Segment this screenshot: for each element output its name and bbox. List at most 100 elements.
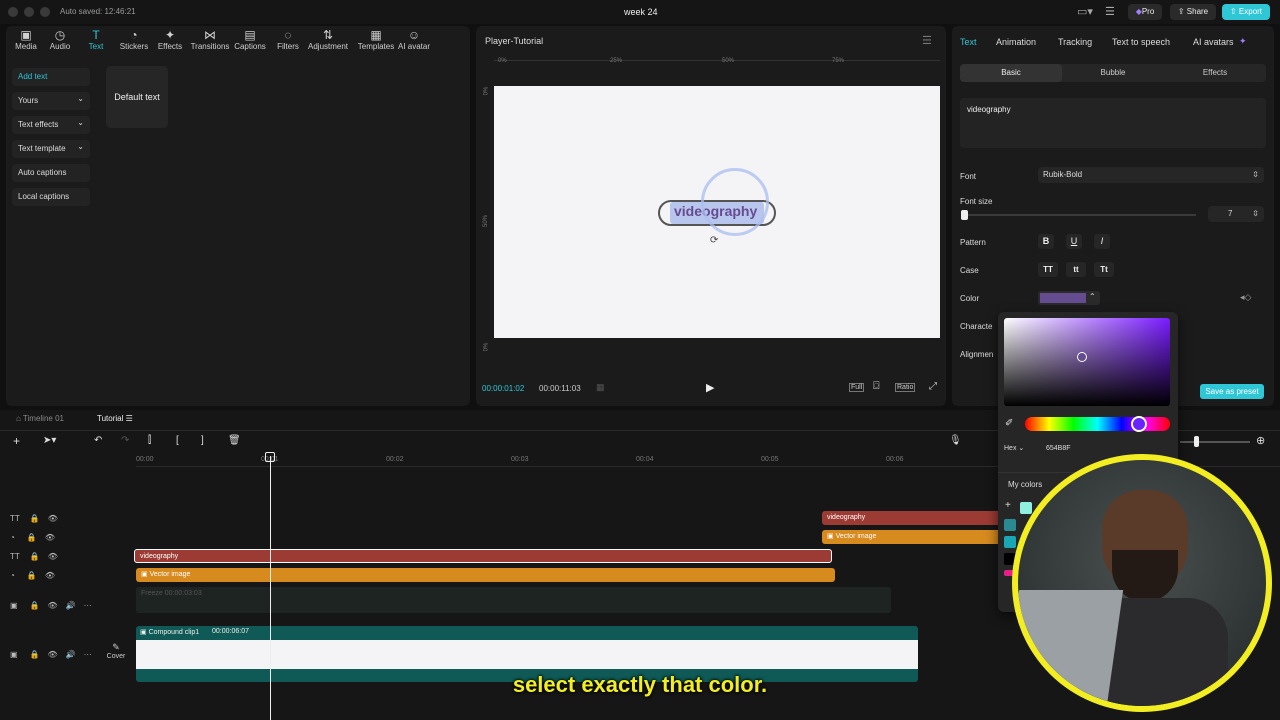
keyframe-icon[interactable]: ◂◇ bbox=[1240, 292, 1251, 303]
pro-button[interactable]: ◆Pro bbox=[1128, 4, 1162, 20]
microphone-icon[interactable]: 🎙 bbox=[949, 435, 962, 446]
eye-icon[interactable]: 👁 bbox=[45, 571, 55, 580]
add-track-icon[interactable]: + bbox=[13, 434, 20, 448]
color-swatch-button[interactable]: ⌃ bbox=[1038, 291, 1100, 305]
underline-button[interactable]: U bbox=[1066, 234, 1082, 249]
lock-icon[interactable]: 🔒 bbox=[27, 533, 37, 542]
uppercase-button[interactable]: TT bbox=[1038, 262, 1058, 277]
play-icon[interactable]: ▶ bbox=[706, 381, 714, 394]
italic-button[interactable]: I bbox=[1094, 234, 1110, 249]
eye-icon[interactable]: 👁 bbox=[45, 533, 55, 542]
fullscreen-icon[interactable]: ⤢ bbox=[929, 381, 937, 392]
eyedropper-icon[interactable]: ✐ bbox=[1005, 418, 1013, 429]
cover-button[interactable]: ✎ Cover bbox=[104, 642, 128, 666]
sidebar-item-yours[interactable]: Yours ⌄ bbox=[12, 92, 90, 110]
ratio-button[interactable]: Ratio bbox=[895, 383, 916, 392]
subtab-bubble[interactable]: Bubble bbox=[1062, 64, 1164, 82]
more-icon[interactable]: ··· bbox=[84, 650, 92, 659]
tab-tracking[interactable]: Tracking bbox=[1058, 37, 1092, 47]
saturation-value-area[interactable] bbox=[1004, 318, 1170, 406]
video-canvas[interactable]: videography ⟳ bbox=[494, 86, 940, 338]
speaker-icon[interactable]: 🔊 bbox=[66, 601, 76, 610]
speaker-icon[interactable]: 🔊 bbox=[66, 650, 76, 659]
freeze-clip[interactable]: Freeze 00:00:03:03 bbox=[136, 587, 891, 613]
timeline-tab-inactive[interactable]: ⌂ Timeline 01 bbox=[16, 414, 64, 423]
more-icon[interactable]: ··· bbox=[84, 601, 92, 610]
eye-icon[interactable]: 👁 bbox=[48, 552, 58, 561]
tab-ai-avatars[interactable]: AI avatars bbox=[1193, 37, 1234, 47]
full-button[interactable]: Full bbox=[849, 383, 865, 392]
tool-filters[interactable]: ◌ Filters bbox=[268, 28, 308, 51]
zoom-slider-track[interactable] bbox=[1180, 441, 1250, 443]
close-window-button[interactable] bbox=[8, 7, 18, 17]
split-icon[interactable]: ⫿ bbox=[148, 435, 151, 446]
eye-icon[interactable]: 👁 bbox=[48, 601, 58, 610]
rotate-handle-icon[interactable]: ⟳ bbox=[710, 235, 718, 246]
vector-clip[interactable]: ▣ Vector image bbox=[136, 568, 835, 582]
bold-button[interactable]: B bbox=[1038, 234, 1054, 249]
titlecase-button[interactable]: Tt bbox=[1094, 262, 1114, 277]
font-select[interactable]: Rubik-Bold ⇳ bbox=[1038, 167, 1264, 183]
tool-adjustment[interactable]: ⇅ Adjustment bbox=[308, 28, 348, 51]
tool-stickers[interactable]: ◔ Stickers bbox=[114, 28, 154, 51]
subtab-basic[interactable]: Basic bbox=[960, 64, 1062, 82]
menu-icon[interactable]: ☰ bbox=[1105, 5, 1115, 18]
color-picker-handle[interactable] bbox=[1077, 352, 1087, 362]
export-button[interactable]: ⇧ Export bbox=[1222, 4, 1270, 20]
screenshot-icon[interactable]: ⌼ bbox=[873, 380, 880, 393]
share-button[interactable]: ⇪ Share bbox=[1170, 4, 1216, 20]
trim-left-icon[interactable]: [ bbox=[176, 435, 179, 446]
color-mode-select[interactable]: Hex ⌄ bbox=[1004, 442, 1040, 456]
hue-slider[interactable] bbox=[1025, 417, 1170, 431]
tool-text[interactable]: T Text bbox=[76, 28, 116, 51]
sidebar-item-auto-captions[interactable]: Auto captions bbox=[12, 164, 90, 182]
select-tool-icon[interactable]: ➤▾ bbox=[43, 435, 56, 446]
player-menu-icon[interactable]: ☰ bbox=[922, 34, 932, 47]
tool-audio[interactable]: ◷ Audio bbox=[40, 28, 80, 51]
text-content-input[interactable]: videography bbox=[960, 98, 1266, 148]
text-clip-selected[interactable]: videography bbox=[134, 549, 832, 563]
lock-icon[interactable]: 🔒 bbox=[30, 552, 40, 561]
tool-captions[interactable]: ▤ Captions bbox=[230, 28, 270, 51]
minimize-window-button[interactable] bbox=[24, 7, 34, 17]
zoom-slider-handle[interactable] bbox=[1194, 436, 1199, 447]
lock-icon[interactable]: 🔒 bbox=[30, 650, 40, 659]
sidebar-item-text-effects[interactable]: Text effects ⌄ bbox=[12, 116, 90, 134]
undo-icon[interactable]: ↶ bbox=[94, 435, 102, 446]
tool-transitions[interactable]: ⋈ Transitions bbox=[190, 28, 230, 51]
hue-slider-handle[interactable] bbox=[1131, 416, 1147, 432]
font-size-slider-handle[interactable] bbox=[961, 210, 968, 220]
saved-color-swatch[interactable] bbox=[1020, 502, 1032, 514]
timecode-grid-icon[interactable]: ▦ bbox=[596, 382, 605, 393]
tab-animation[interactable]: Animation bbox=[996, 37, 1036, 47]
playhead-handle[interactable] bbox=[265, 452, 275, 462]
sidebar-item-text-template[interactable]: Text template ⌄ bbox=[12, 140, 90, 158]
lock-icon[interactable]: 🔒 bbox=[27, 571, 37, 580]
tool-effects[interactable]: ✦ Effects bbox=[150, 28, 190, 51]
zoom-window-button[interactable] bbox=[40, 7, 50, 17]
delete-icon[interactable]: 🗑 bbox=[228, 435, 241, 446]
lowercase-button[interactable]: tt bbox=[1066, 262, 1086, 277]
subtab-effects[interactable]: Effects bbox=[1164, 64, 1266, 82]
eye-icon[interactable]: 👁 bbox=[48, 514, 58, 523]
timeline-tab-active[interactable]: Tutorial ☰ bbox=[97, 414, 133, 423]
add-color-icon[interactable]: + bbox=[1005, 500, 1011, 511]
layout-icon[interactable]: ▭▾ bbox=[1077, 5, 1093, 18]
lock-icon[interactable]: 🔒 bbox=[30, 514, 40, 523]
vector-clip[interactable]: ▣ Vector image bbox=[822, 530, 1002, 544]
sidebar-item-local-captions[interactable]: Local captions bbox=[12, 188, 90, 206]
eye-icon[interactable]: 👁 bbox=[48, 650, 58, 659]
font-size-input[interactable]: 7 ⇳ bbox=[1208, 206, 1264, 222]
lock-icon[interactable]: 🔒 bbox=[30, 601, 40, 610]
tab-text[interactable]: Text bbox=[960, 37, 977, 47]
sidebar-item-add-text[interactable]: Add text bbox=[12, 68, 90, 86]
default-text-tile[interactable]: Default text bbox=[106, 66, 168, 128]
tool-templates[interactable]: ▦ Templates bbox=[356, 28, 396, 51]
tab-text-to-speech[interactable]: Text to speech bbox=[1112, 37, 1170, 47]
trim-right-icon[interactable]: ] bbox=[201, 435, 204, 446]
saved-color-swatch[interactable] bbox=[1004, 536, 1016, 548]
zoom-in-icon[interactable]: ⊕ bbox=[1256, 434, 1265, 447]
redo-icon[interactable]: ↷ bbox=[121, 435, 129, 446]
font-size-slider-track[interactable] bbox=[964, 214, 1196, 216]
saved-color-swatch[interactable] bbox=[1004, 519, 1016, 531]
